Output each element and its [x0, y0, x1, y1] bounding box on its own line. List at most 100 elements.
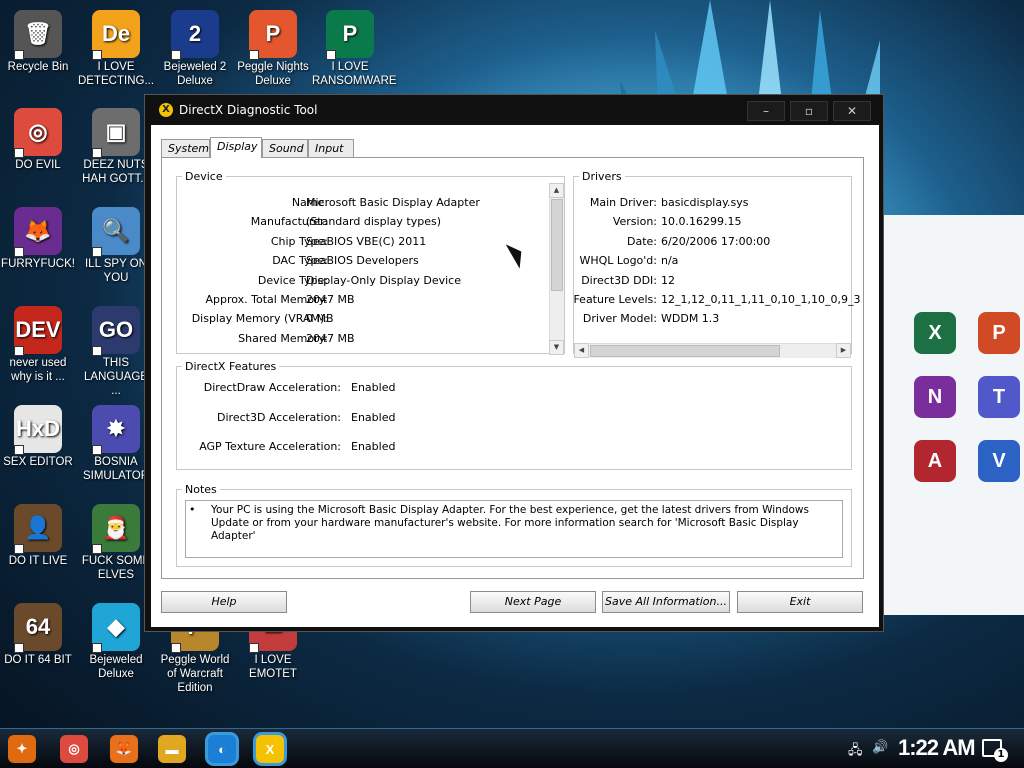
- drivers-row: Feature Levels: 12_1,12_0,11_1,11_0,10_1,…: [573, 293, 860, 308]
- features-row: DirectDraw Acceleration: Enabled: [177, 381, 851, 396]
- dxdiag-taskbar-icon[interactable]: X: [256, 735, 284, 763]
- shortcut-arrow-icon: [92, 247, 102, 257]
- desktop-icon[interactable]: 👤 DO IT LIVE: [0, 504, 76, 568]
- desktop-icon[interactable]: ◎ DO EVIL: [0, 108, 76, 172]
- field-label: Version:: [612, 215, 657, 229]
- desktop-icon-label: Peggle Nights Deluxe: [237, 61, 309, 87]
- desktop-icon[interactable]: ▣ DEEZ NUTS HAH GOTT...: [78, 108, 154, 186]
- notes-textbox[interactable]: • Your PC is using the Microsoft Basic D…: [185, 500, 843, 558]
- display-tab-page: Device Name: Microsoft Basic Display Adap…: [161, 157, 864, 579]
- desktop-icon-label: BOSNIA SIMULATOR: [82, 456, 150, 482]
- start-taskbar-icon[interactable]: ✦: [8, 735, 36, 763]
- shortcut-arrow-icon: [171, 50, 181, 60]
- close-button[interactable]: ✕: [833, 101, 871, 121]
- desktop-icon[interactable]: PI LOVE RANSOMWARE: [312, 10, 397, 88]
- scroll-right-icon[interactable]: ▶: [836, 343, 851, 358]
- field-value: Microsoft Basic Display Adapter: [306, 196, 480, 209]
- shortcut-arrow-icon: [92, 643, 102, 653]
- desktop-icon[interactable]: HxD SEX EDITOR: [0, 405, 76, 469]
- desktop-icon[interactable]: De I LOVE DETECTING...: [78, 10, 154, 88]
- network-icon[interactable]: 🖧: [848, 741, 863, 763]
- office-app-icon[interactable]: N: [914, 376, 956, 418]
- device-scrollbar[interactable]: ▲ ▼: [549, 183, 564, 355]
- shortcut-arrow-icon: [14, 346, 24, 356]
- app-icon: ◆: [92, 603, 140, 653]
- field-value: Display-Only Display Device: [306, 273, 461, 287]
- minimize-button[interactable]: –: [747, 101, 785, 121]
- app-icon: 🎅: [92, 504, 140, 554]
- cortana-taskbar-icon[interactable]: ◐: [208, 735, 236, 763]
- shortcut-arrow-icon: [14, 50, 24, 60]
- desktop-icon[interactable]: P Peggle Nights Deluxe: [235, 10, 311, 88]
- device-row: Shared Memory: 2047 MB: [177, 332, 564, 347]
- features-legend: DirectX Features: [185, 360, 277, 373]
- action-center-icon[interactable]: 1: [982, 739, 1008, 762]
- field-value: 2047 MB: [306, 331, 355, 345]
- desktop-icon-label: Bejeweled 2 Deluxe: [163, 61, 227, 87]
- desktop-icon-label: Bejeweled Deluxe: [89, 654, 143, 680]
- drivers-row: Version: 10.0.16299.15: [574, 215, 851, 230]
- shortcut-arrow-icon: [326, 50, 336, 60]
- field-value: basicdisplay.sys: [661, 196, 749, 209]
- tab-display[interactable]: Display: [210, 137, 262, 158]
- tab-input[interactable]: Input: [308, 139, 354, 157]
- dxdiag-window: X DirectX Diagnostic Tool – ▫ ✕ System D…: [144, 94, 884, 632]
- clock[interactable]: 1:22 AM: [898, 735, 976, 761]
- scroll-up-icon[interactable]: ▲: [549, 183, 564, 198]
- office-app-icon[interactable]: X: [914, 312, 956, 354]
- volume-icon[interactable]: 🔊: [872, 740, 888, 755]
- next-page-button[interactable]: Next Page: [470, 591, 596, 613]
- scroll-thumb[interactable]: [551, 199, 563, 291]
- notes-group: Notes • Your PC is using the Microsoft B…: [176, 483, 852, 567]
- app-icon: 🗑: [14, 10, 62, 60]
- tab-system[interactable]: System: [161, 139, 210, 157]
- app-icon: P: [249, 10, 297, 60]
- shortcut-arrow-icon: [92, 346, 102, 356]
- desktop-icon[interactable]: 64 DO IT 64 BIT: [0, 603, 76, 667]
- drivers-hscrollbar[interactable]: ◀ ▶: [574, 343, 851, 358]
- firefox-taskbar-icon[interactable]: 🦊: [110, 735, 138, 763]
- tab-sound[interactable]: Sound: [262, 139, 308, 157]
- desktop-icon[interactable]: 🔍 ILL SPY ON YOU: [78, 207, 154, 285]
- desktop-icon-label: SEX EDITOR: [3, 456, 73, 468]
- title-bar[interactable]: X DirectX Diagnostic Tool – ▫ ✕: [145, 95, 883, 125]
- notes-legend: Notes: [185, 483, 217, 496]
- field-label: AGP Texture Acceleration:: [199, 440, 341, 453]
- desktop-icon[interactable]: 2 Bejeweled 2 Deluxe: [157, 10, 233, 88]
- shortcut-arrow-icon: [14, 247, 24, 257]
- office-app-icon[interactable]: A: [914, 440, 956, 482]
- desktop-icon[interactable]: 🗑 Recycle Bin: [0, 10, 76, 74]
- app-icon: 64: [14, 603, 62, 653]
- hscroll-thumb[interactable]: [590, 345, 780, 357]
- exit-button[interactable]: Exit: [737, 591, 863, 613]
- field-label: WHQL Logo'd:: [579, 254, 657, 268]
- field-label: Main Driver:: [589, 196, 657, 209]
- desktop-icon-label: THIS LANGUAGE ...: [84, 357, 148, 397]
- scroll-down-icon[interactable]: ▼: [549, 340, 564, 355]
- office-app-icon[interactable]: P: [978, 312, 1020, 354]
- chrome-taskbar-icon[interactable]: ◎: [60, 735, 88, 763]
- save-all-information-button[interactable]: Save All Information...: [602, 591, 730, 613]
- desktop-icon-label: FURRYFUCK!: [1, 258, 75, 270]
- app-icon: P: [326, 10, 374, 60]
- desktop-icon[interactable]: ◆ Bejeweled Deluxe: [78, 603, 154, 681]
- drivers-row: WHQL Logo'd: n/a: [574, 254, 851, 269]
- desktop-icon[interactable]: 🦊 FURRYFUCK!: [0, 207, 76, 271]
- scroll-left-icon[interactable]: ◀: [574, 343, 589, 358]
- field-value: SeaBIOS Developers: [306, 254, 419, 268]
- desktop-icon-label: never used why is it ...: [9, 357, 67, 383]
- help-button[interactable]: Help: [161, 591, 287, 613]
- file-explorer-taskbar-icon[interactable]: ▬: [158, 735, 186, 763]
- desktop-icon[interactable]: 🎅 FUCK SOME ELVES: [78, 504, 154, 582]
- shortcut-arrow-icon: [14, 544, 24, 554]
- app-icon: 🔍: [92, 207, 140, 257]
- maximize-button[interactable]: ▫: [790, 101, 828, 121]
- taskbar: ✦ ◎ 🦊 ▬ ◐ X 🖧 🔊 1:22 AM 1: [0, 728, 1024, 768]
- office-app-icon[interactable]: V: [978, 440, 1020, 482]
- note-bullet: •: [189, 503, 196, 516]
- desktop-icon[interactable]: ✸ BOSNIA SIMULATOR: [78, 405, 154, 483]
- device-row: DAC Type: SeaBIOS Developers: [177, 254, 564, 269]
- desktop-icon[interactable]: DEV never used why is it ...: [0, 306, 76, 384]
- office-app-icon[interactable]: T: [978, 376, 1020, 418]
- desktop-icon[interactable]: GO THIS LANGUAGE ...: [78, 306, 154, 398]
